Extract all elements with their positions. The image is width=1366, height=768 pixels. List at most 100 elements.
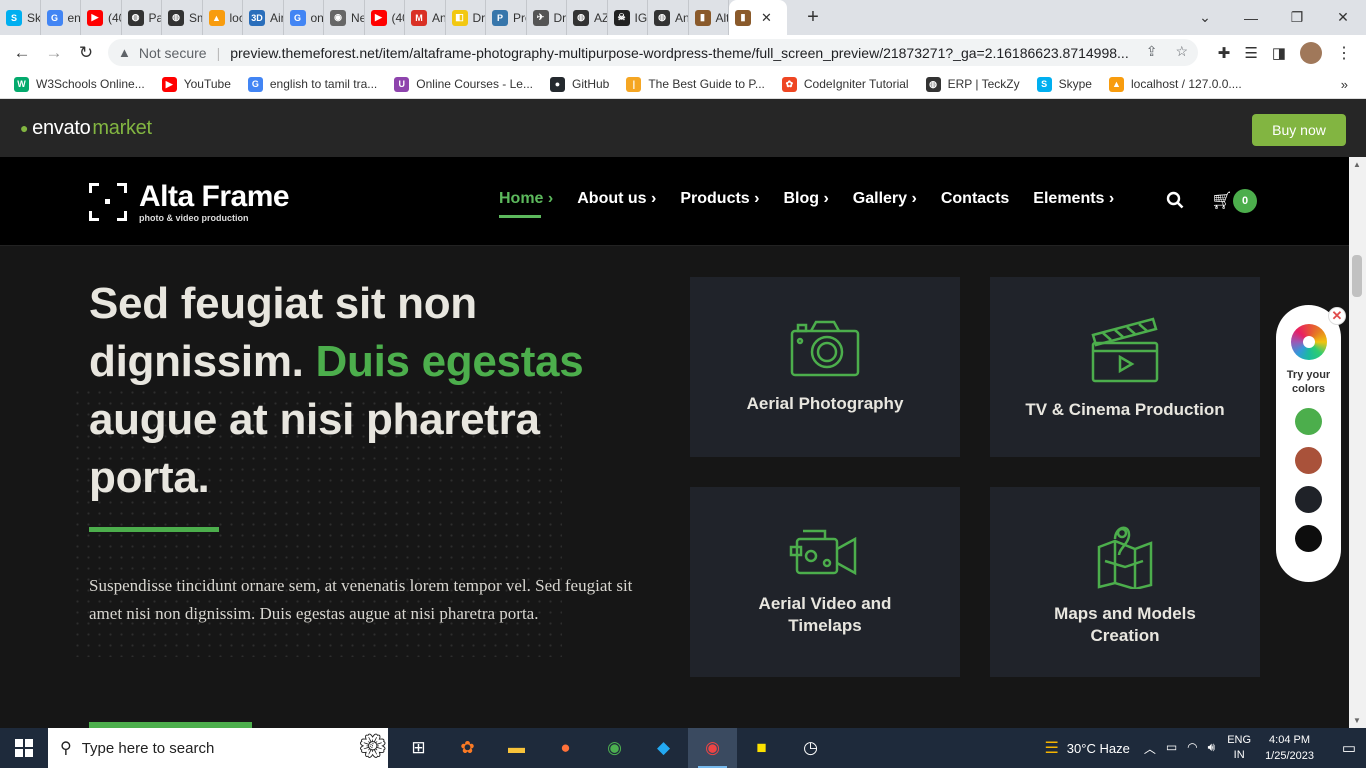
- close-window-button[interactable]: ✕: [1320, 9, 1366, 26]
- chrome-menu-icon[interactable]: ⋮: [1336, 43, 1352, 63]
- taskbar-search-box[interactable]: ⚲ Type here to search 🌼︎: [48, 728, 388, 768]
- cart-count-badge[interactable]: 0: [1233, 189, 1257, 213]
- scroll-down-arrow[interactable]: ▼: [1353, 716, 1361, 725]
- minimize-button[interactable]: —: [1228, 10, 1274, 26]
- color-wheel-icon[interactable]: [1290, 324, 1327, 360]
- browser-tab[interactable]: Geng: [41, 0, 81, 35]
- browser-tab[interactable]: ✈ Drc: [527, 0, 567, 35]
- language-indicator[interactable]: ENG IN: [1227, 733, 1251, 763]
- weather-widget[interactable]: ☰ 30°C Haze: [1044, 738, 1129, 758]
- color-swatch-brown[interactable]: [1295, 447, 1322, 474]
- bookmark-item[interactable]: ▶ YouTube: [161, 76, 231, 92]
- browser-tab[interactable]: ◍ AZ: [567, 0, 608, 35]
- media-control-icon[interactable]: ☰: [1244, 44, 1257, 62]
- altaframe-icon: ▮: [694, 9, 711, 26]
- chrome-icon[interactable]: ◉: [590, 728, 639, 768]
- browser-tab[interactable]: P Pro: [486, 0, 527, 35]
- forward-button[interactable]: →: [38, 43, 70, 63]
- volume-icon[interactable]: 🔊︎: [1208, 740, 1216, 757]
- color-swatch-dark-gray[interactable]: [1295, 486, 1322, 513]
- bookmark-item[interactable]: W W3Schools Online...: [14, 76, 145, 92]
- restore-button[interactable]: ❐: [1274, 9, 1320, 26]
- browser-tab[interactable]: M An: [405, 0, 446, 35]
- browser-tab[interactable]: ◍ An: [648, 0, 689, 35]
- site-preview: Alta Frame photo & video production Home…: [0, 157, 1349, 728]
- side-panel-icon[interactable]: ◨: [1272, 44, 1286, 62]
- close-tab-icon[interactable]: ✕: [761, 10, 772, 26]
- firefox-icon[interactable]: ●: [541, 728, 590, 768]
- chrome-profile-icon[interactable]: ◉: [688, 728, 737, 768]
- windows-start-icon[interactable]: [0, 728, 48, 768]
- service-card-aerial-photography[interactable]: Aerial Photography: [690, 277, 960, 457]
- bookmark-item[interactable]: ● GitHub: [549, 76, 609, 92]
- close-icon[interactable]: ✕: [1328, 307, 1346, 325]
- service-card-tv-cinema[interactable]: TV & Cinema Production: [990, 277, 1260, 457]
- bookmark-item[interactable]: ◍ ERP | TeckZy: [925, 76, 1020, 92]
- service-card-aerial-video[interactable]: Aerial Video and Timelaps: [690, 487, 960, 677]
- bookmark-item[interactable]: S Skype: [1036, 76, 1092, 92]
- browser-tab[interactable]: Gonl: [284, 0, 324, 35]
- reload-button[interactable]: ↻: [70, 43, 102, 63]
- bookmark-item[interactable]: ✿ CodeIgniter Tutorial: [781, 76, 909, 92]
- nav-contacts[interactable]: Contacts: [941, 190, 1009, 208]
- network-icon[interactable]: ▭: [1166, 740, 1177, 757]
- profile-avatar[interactable]: [1300, 41, 1322, 64]
- browser-tab[interactable]: 3D Air: [243, 0, 284, 35]
- bookmark-star-icon[interactable]: ☆: [1175, 43, 1188, 60]
- page-scrollbar[interactable]: ▲ ▼: [1349, 157, 1366, 728]
- bookmark-item[interactable]: Genglish to tamil tra...: [247, 76, 377, 92]
- browser-tab[interactable]: ▶ (40: [81, 0, 122, 35]
- wifi-icon[interactable]: ◠: [1187, 740, 1197, 757]
- not-secure-label[interactable]: Not secure: [139, 45, 207, 61]
- clock[interactable]: 4:04 PM 1/25/2023: [1265, 732, 1314, 764]
- browser-tab[interactable]: ▶ (40: [365, 0, 405, 35]
- task-view-icon[interactable]: ⊞: [394, 728, 443, 768]
- bookmark-item[interactable]: U Online Courses - Le...: [394, 76, 533, 92]
- nav-blog[interactable]: Blog ›: [783, 190, 828, 208]
- browser-tab[interactable]: S Sky: [0, 0, 41, 35]
- site-logo[interactable]: Alta Frame photo & video production: [89, 182, 290, 223]
- color-swatch-black[interactable]: [1295, 525, 1322, 552]
- nav-about-us[interactable]: About us ›: [577, 190, 656, 208]
- browser-tab[interactable]: ▲ loc: [203, 0, 243, 35]
- more-bookmarks-icon[interactable]: »: [1341, 77, 1348, 92]
- clock-app-icon[interactable]: ◷: [786, 728, 835, 768]
- tab-search-icon[interactable]: ⌄: [1182, 9, 1228, 26]
- file-explorer-icon[interactable]: ▬: [492, 728, 541, 768]
- url-text[interactable]: preview.themeforest.net/item/altaframe-p…: [230, 45, 1129, 61]
- sticky-notes-icon[interactable]: ■: [737, 728, 786, 768]
- new-tab-button[interactable]: +: [799, 6, 827, 29]
- nav-elements[interactable]: Elements ›: [1033, 190, 1114, 208]
- browser-tab[interactable]: ◍ Sm: [162, 0, 203, 35]
- bookmark-item[interactable]: ▲ localhost / 127.0.0....: [1108, 76, 1242, 92]
- vscode-icon[interactable]: ◆: [639, 728, 688, 768]
- altaframe-icon: ▮: [735, 9, 751, 26]
- scroll-up-arrow[interactable]: ▲: [1353, 160, 1361, 169]
- browser-tab[interactable]: ▮ Alt: [689, 0, 729, 35]
- scroll-thumb[interactable]: [1352, 255, 1362, 297]
- extensions-puzzle-icon[interactable]: ✚: [1218, 44, 1231, 62]
- address-bar[interactable]: ▲ Not secure | preview.themeforest.net/i…: [108, 39, 1198, 66]
- buy-now-button[interactable]: Buy now: [1252, 114, 1346, 146]
- browser-tab[interactable]: ◉ Ne: [324, 0, 365, 35]
- bookmark-item[interactable]: | The Best Guide to P...: [626, 76, 765, 92]
- share-icon[interactable]: ⇪: [1146, 43, 1158, 60]
- browser-tab[interactable]: ◍ Pag: [122, 0, 162, 35]
- browser-tab[interactable]: ☠ IG: [608, 0, 648, 35]
- browser-tab[interactable]: ▮ ✕: [729, 0, 787, 35]
- back-button[interactable]: ←: [6, 43, 38, 63]
- nav-gallery[interactable]: Gallery ›: [853, 190, 917, 208]
- cart-icon[interactable]: 🛒︎: [1211, 191, 1233, 211]
- chevron-up-icon[interactable]: ︿: [1144, 740, 1156, 757]
- xampp-icon[interactable]: ✿: [443, 728, 492, 768]
- search-icon[interactable]: [1166, 191, 1184, 209]
- color-swatch-green[interactable]: [1295, 408, 1322, 435]
- notification-icon[interactable]: ▭: [1332, 739, 1366, 757]
- service-card-maps-models[interactable]: Maps and Models Creation: [990, 487, 1260, 677]
- browser-tab[interactable]: ◧ Drc: [446, 0, 486, 35]
- nav-products[interactable]: Products ›: [680, 190, 759, 208]
- warning-icon[interactable]: ▲: [118, 45, 131, 60]
- nav-home[interactable]: Home ›: [499, 190, 553, 218]
- envato-logo[interactable]: ● envato market: [20, 117, 152, 140]
- browser-tab-label: An: [675, 10, 689, 25]
